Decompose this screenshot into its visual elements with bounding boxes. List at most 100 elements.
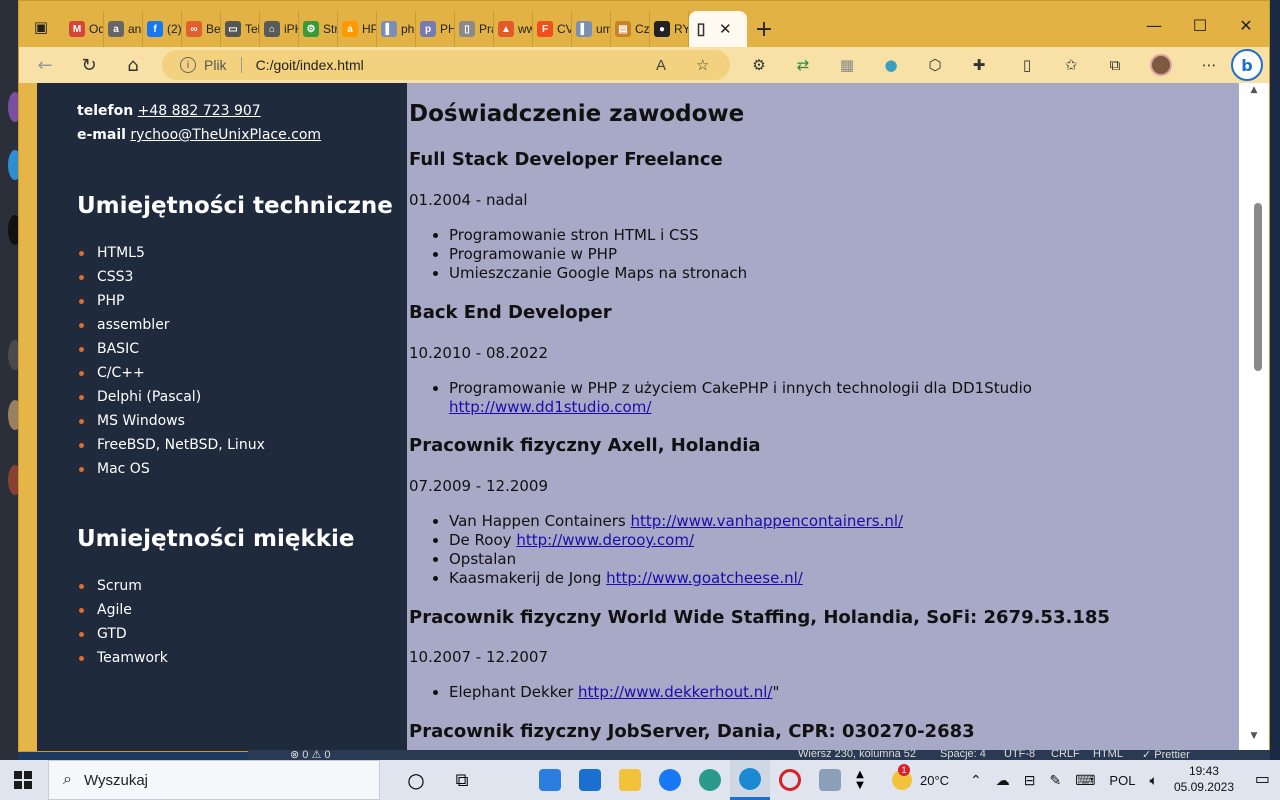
start-button[interactable]	[0, 760, 46, 800]
company-link[interactable]: http://www.derooy.com/	[516, 531, 694, 549]
tab-title: Bez	[206, 22, 220, 36]
weather-icon: 1	[892, 764, 912, 790]
chevron-up-icon[interactable]: ⌃	[970, 772, 982, 789]
clock[interactable]: 19:43 05.09.2023	[1174, 763, 1234, 795]
store-icon: ▤	[615, 21, 631, 37]
list-item-text: Programowanie w PHP z użyciem CakePHP i …	[449, 379, 1032, 397]
cursor-position[interactable]: Wiersz 230, kolumna 52	[798, 750, 916, 760]
extension-pin-icon[interactable]: ●	[877, 51, 905, 79]
keyboard-icon[interactable]: ⌨	[1075, 772, 1095, 789]
bing-copilot-icon[interactable]: b	[1231, 49, 1263, 81]
extension-gear-icon[interactable]: ⚙	[745, 51, 773, 79]
mail-icon[interactable]	[570, 760, 610, 800]
tab-gear[interactable]: ⚙ Stro	[299, 11, 338, 47]
address-bar[interactable]: i Plik C:/goit/index.html A ☆	[162, 50, 730, 80]
page-viewport: telefon +48 882 723 907 e-mail rychoo@Th…	[19, 83, 1269, 751]
tab-link[interactable]: ∞ Bez	[182, 11, 221, 47]
extension-square-icon[interactable]: ▦	[833, 51, 861, 79]
store-icon[interactable]	[530, 760, 570, 800]
extension-code-icon[interactable]: ⇄	[789, 51, 817, 79]
network-icon[interactable]: ⊟	[1024, 772, 1036, 789]
taskbar-search[interactable]: ⌕ Wyszukaj	[48, 760, 380, 800]
collections-icon[interactable]: ⧉	[1101, 51, 1129, 79]
home-button[interactable]: ⌂	[119, 51, 147, 79]
company-link[interactable]: http://www.goatcheese.nl/	[606, 569, 803, 587]
line-ending[interactable]: CRLF	[1051, 750, 1080, 760]
tab-title: PHP	[440, 22, 454, 36]
tab-bookmark[interactable]: ▌ php	[377, 11, 416, 47]
tech-skills-heading: Umiejętności techniczne	[77, 193, 393, 219]
email-link[interactable]: rychoo@TheUnixPlace.com	[130, 127, 321, 143]
tab-bank[interactable]: ⌂ iPKO	[260, 11, 299, 47]
tab-gmail[interactable]: M Ode	[65, 11, 104, 47]
pen-icon[interactable]: ✎	[1049, 772, 1061, 789]
scroll-up-icon[interactable]: ▲	[1239, 85, 1269, 95]
vertical-scrollbar[interactable]: ▲ ▼	[1239, 83, 1269, 751]
speaker-icon[interactable]: 🔈︎	[1149, 772, 1157, 789]
company-link[interactable]: http://www.dekkerhout.nl/	[578, 683, 772, 701]
company-link[interactable]: http://www.vanhappencontainers.nl/	[630, 512, 903, 530]
problems-indicator[interactable]: ⊗ 0 ⚠ 0	[290, 750, 330, 760]
cortana-icon[interactable]: ○	[396, 760, 436, 800]
taskbar-scroll-icon[interactable]: ▲ ▼	[850, 760, 870, 800]
info-icon[interactable]: i	[180, 57, 196, 73]
split-screen-icon[interactable]: ▯	[1013, 51, 1041, 79]
phone-link[interactable]: +48 882 723 907	[138, 103, 261, 119]
more-menu-icon[interactable]: ⋯	[1195, 51, 1223, 79]
notifications-icon[interactable]: ▭	[1255, 769, 1270, 788]
read-aloud-icon[interactable]: A	[656, 57, 666, 74]
cv-sidebar: telefon +48 882 723 907 e-mail rychoo@Th…	[37, 83, 407, 751]
weather-widget[interactable]: 1 20°C	[892, 760, 949, 800]
app-icon[interactable]	[810, 760, 850, 800]
tab-analytics[interactable]: aana	[104, 11, 143, 47]
scrollbar-thumb[interactable]	[1254, 203, 1262, 371]
favorites-icon[interactable]: ✩	[1057, 51, 1085, 79]
maximize-button[interactable]: ☐	[1177, 7, 1223, 43]
facebook-icon[interactable]	[650, 760, 690, 800]
refresh-button[interactable]: ↻	[75, 51, 103, 79]
edge-beta-icon[interactable]	[690, 760, 730, 800]
task-view-icon[interactable]: ⧉	[442, 760, 482, 800]
opera-icon[interactable]	[770, 760, 810, 800]
tab-facebook[interactable]: f (2) F	[143, 11, 182, 47]
close-window-button[interactable]: ✕	[1223, 7, 1269, 43]
input-language[interactable]: POL	[1109, 773, 1135, 788]
list-item: Van Happen Containers http://www.vanhapp…	[449, 512, 903, 531]
tab-flag[interactable]: ▲ www	[494, 11, 533, 47]
indentation[interactable]: Spacje: 4	[940, 750, 986, 760]
language-mode[interactable]: HTML	[1093, 750, 1123, 760]
cloud-icon[interactable]: ☁	[996, 772, 1010, 789]
extension-shield-icon[interactable]: ⬡	[921, 51, 949, 79]
active-tab[interactable]: ▯ ✕	[689, 11, 747, 47]
tab-php[interactable]: p PHP	[416, 11, 455, 47]
list-item-text: Opstalan	[449, 550, 517, 568]
tab-figma[interactable]: F CV (	[533, 11, 572, 47]
tab-title: php	[401, 22, 415, 36]
skill-item: CSS3	[79, 265, 265, 289]
close-tab-icon[interactable]: ✕	[719, 20, 732, 38]
tab-title: (2) F	[167, 22, 181, 36]
tab-bookmark[interactable]: ▌ umi	[572, 11, 611, 47]
extensions-puzzle-icon[interactable]: ✚	[965, 51, 993, 79]
favorite-star-icon[interactable]: ☆	[696, 56, 709, 74]
bookmark-icon: ▌	[576, 21, 592, 37]
tab-actions-icon[interactable]: ▣	[29, 15, 53, 39]
tab-document[interactable]: ▯ Prac	[455, 11, 494, 47]
new-tab-button[interactable]: +	[747, 11, 781, 47]
minimize-button[interactable]: —	[1131, 7, 1177, 43]
tab-amazon[interactable]: a HP E	[338, 11, 377, 47]
tab-tv[interactable]: ▭ Tele	[221, 11, 260, 47]
tab-store[interactable]: ▤ Czy	[611, 11, 650, 47]
company-link[interactable]: http://www.dd1studio.com/	[449, 398, 651, 416]
prettier-status[interactable]: ✓ Prettier	[1142, 750, 1190, 760]
tab-github[interactable]: ● RYC	[650, 11, 689, 47]
edge-icon[interactable]	[730, 760, 770, 800]
url-text[interactable]: C:/goit/index.html	[256, 57, 364, 73]
profile-avatar[interactable]	[1147, 51, 1175, 79]
scroll-down-icon[interactable]: ▼	[1239, 731, 1269, 741]
encoding[interactable]: UTF-8	[1004, 750, 1035, 760]
list-item: Kaasmakerij de Jong http://www.goatchees…	[449, 569, 903, 588]
file-explorer-icon[interactable]	[610, 760, 650, 800]
back-button[interactable]: ←	[31, 51, 59, 79]
tab-title: Tele	[245, 22, 259, 36]
